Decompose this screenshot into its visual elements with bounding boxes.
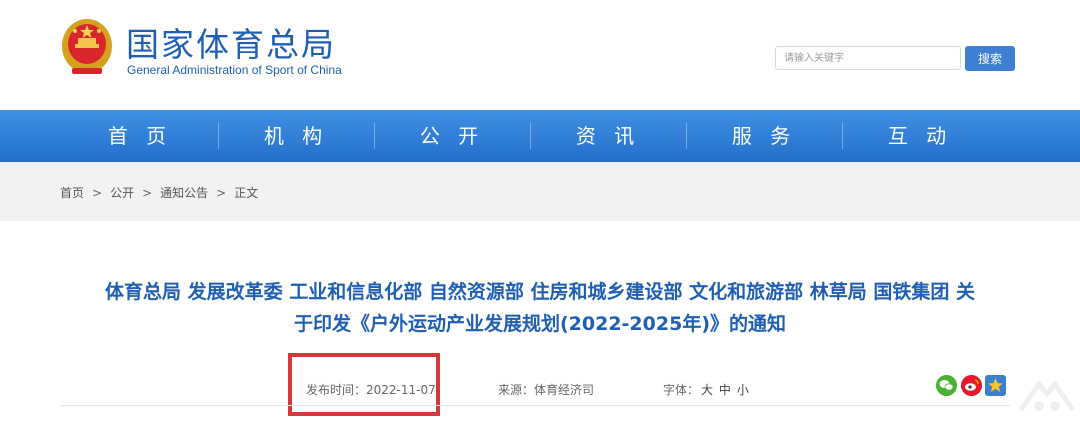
search-input[interactable] [775, 46, 961, 70]
font-size-label: 字体： [663, 383, 700, 397]
site-title: 国家体育总局 [126, 25, 336, 64]
nav-item-organization[interactable]: 机 构 [218, 110, 374, 162]
qzone-share-icon[interactable] [985, 375, 1006, 396]
breadcrumb-home[interactable]: 首页 [60, 184, 84, 201]
wechat-share-icon[interactable] [936, 375, 957, 396]
site-header: 国家体育总局 General Administration of Sport o… [0, 0, 1080, 110]
source-value: 体育经济司 [534, 383, 595, 397]
article-title-line-1: 体育总局 发展改革委 工业和信息化部 自然资源部 住房和城乡建设部 文化和旅游部… [105, 281, 975, 303]
publish-date-highlight [288, 353, 440, 416]
breadcrumb: 首页 > 公开 > 通知公告 > 正文 [60, 184, 258, 201]
source-label: 来源： [498, 383, 535, 397]
font-size-large[interactable]: 大 [701, 383, 713, 397]
watermark-logo-icon [1018, 381, 1076, 412]
breadcrumb-separator: > [92, 186, 103, 200]
national-emblem-icon [62, 19, 112, 74]
nav-item-services[interactable]: 服 务 [686, 110, 842, 162]
breadcrumb-separator: > [142, 186, 153, 200]
font-size-small[interactable]: 小 [737, 383, 749, 397]
breadcrumb-separator: > [216, 186, 227, 200]
main-nav: 首 页 机 构 公 开 资 讯 服 务 互 动 [0, 110, 1080, 162]
nav-item-news[interactable]: 资 讯 [530, 110, 686, 162]
breadcrumb-bar: 首页 > 公开 > 通知公告 > 正文 [0, 162, 1080, 221]
article-title: 体育总局 发展改革委 工业和信息化部 自然资源部 住房和城乡建设部 文化和旅游部… [60, 276, 1020, 340]
meta-divider [60, 405, 1010, 406]
font-size-controls: 字体：大 中 小 [663, 381, 749, 398]
nav-item-home[interactable]: 首 页 [62, 110, 218, 162]
weibo-share-icon[interactable] [961, 375, 982, 396]
nav-item-public[interactable]: 公 开 [374, 110, 530, 162]
site-subtitle: General Administration of Sport of China [127, 63, 342, 77]
font-size-medium[interactable]: 中 [719, 383, 731, 397]
search-button[interactable]: 搜索 [965, 46, 1015, 71]
article-title-line-2: 于印发《户外运动产业发展规划(2022-2025年)》的通知 [293, 313, 787, 335]
article-source: 来源：体育经济司 [498, 381, 594, 398]
nav-item-interaction[interactable]: 互 动 [842, 110, 998, 162]
breadcrumb-public[interactable]: 公开 [110, 184, 134, 201]
breadcrumb-notices[interactable]: 通知公告 [160, 184, 208, 201]
breadcrumb-current: 正文 [234, 186, 259, 200]
